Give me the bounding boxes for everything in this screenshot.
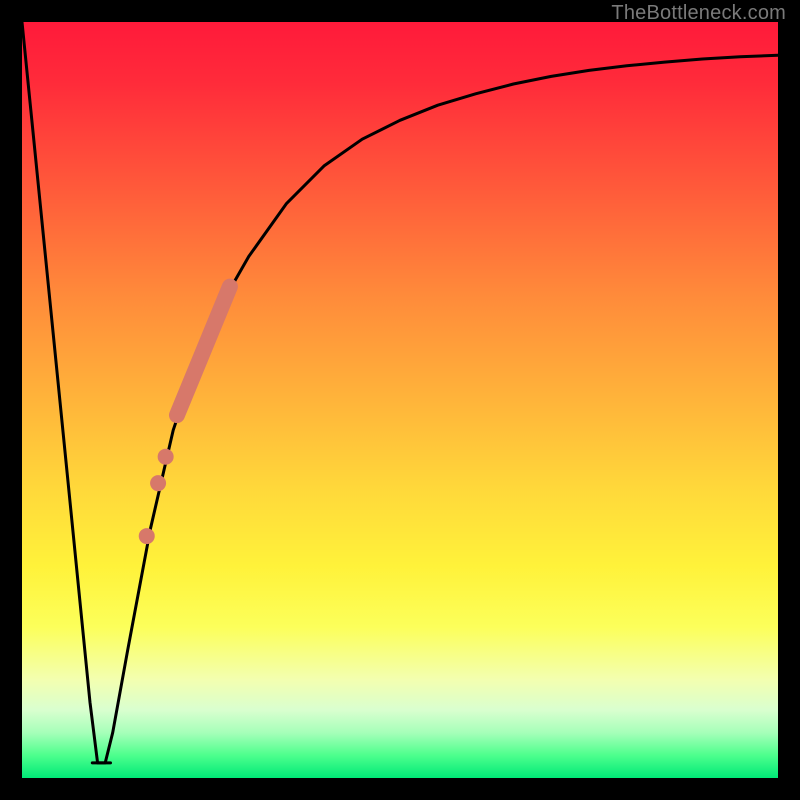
points-layer [22, 22, 778, 778]
plot-area [22, 22, 778, 778]
highlight-band [177, 287, 230, 416]
highlight-dot [139, 528, 155, 544]
highlight-dot [158, 449, 174, 465]
highlight-dot [150, 475, 166, 491]
highlight-dots [139, 449, 174, 544]
chart-stage: TheBottleneck.com [0, 0, 800, 800]
